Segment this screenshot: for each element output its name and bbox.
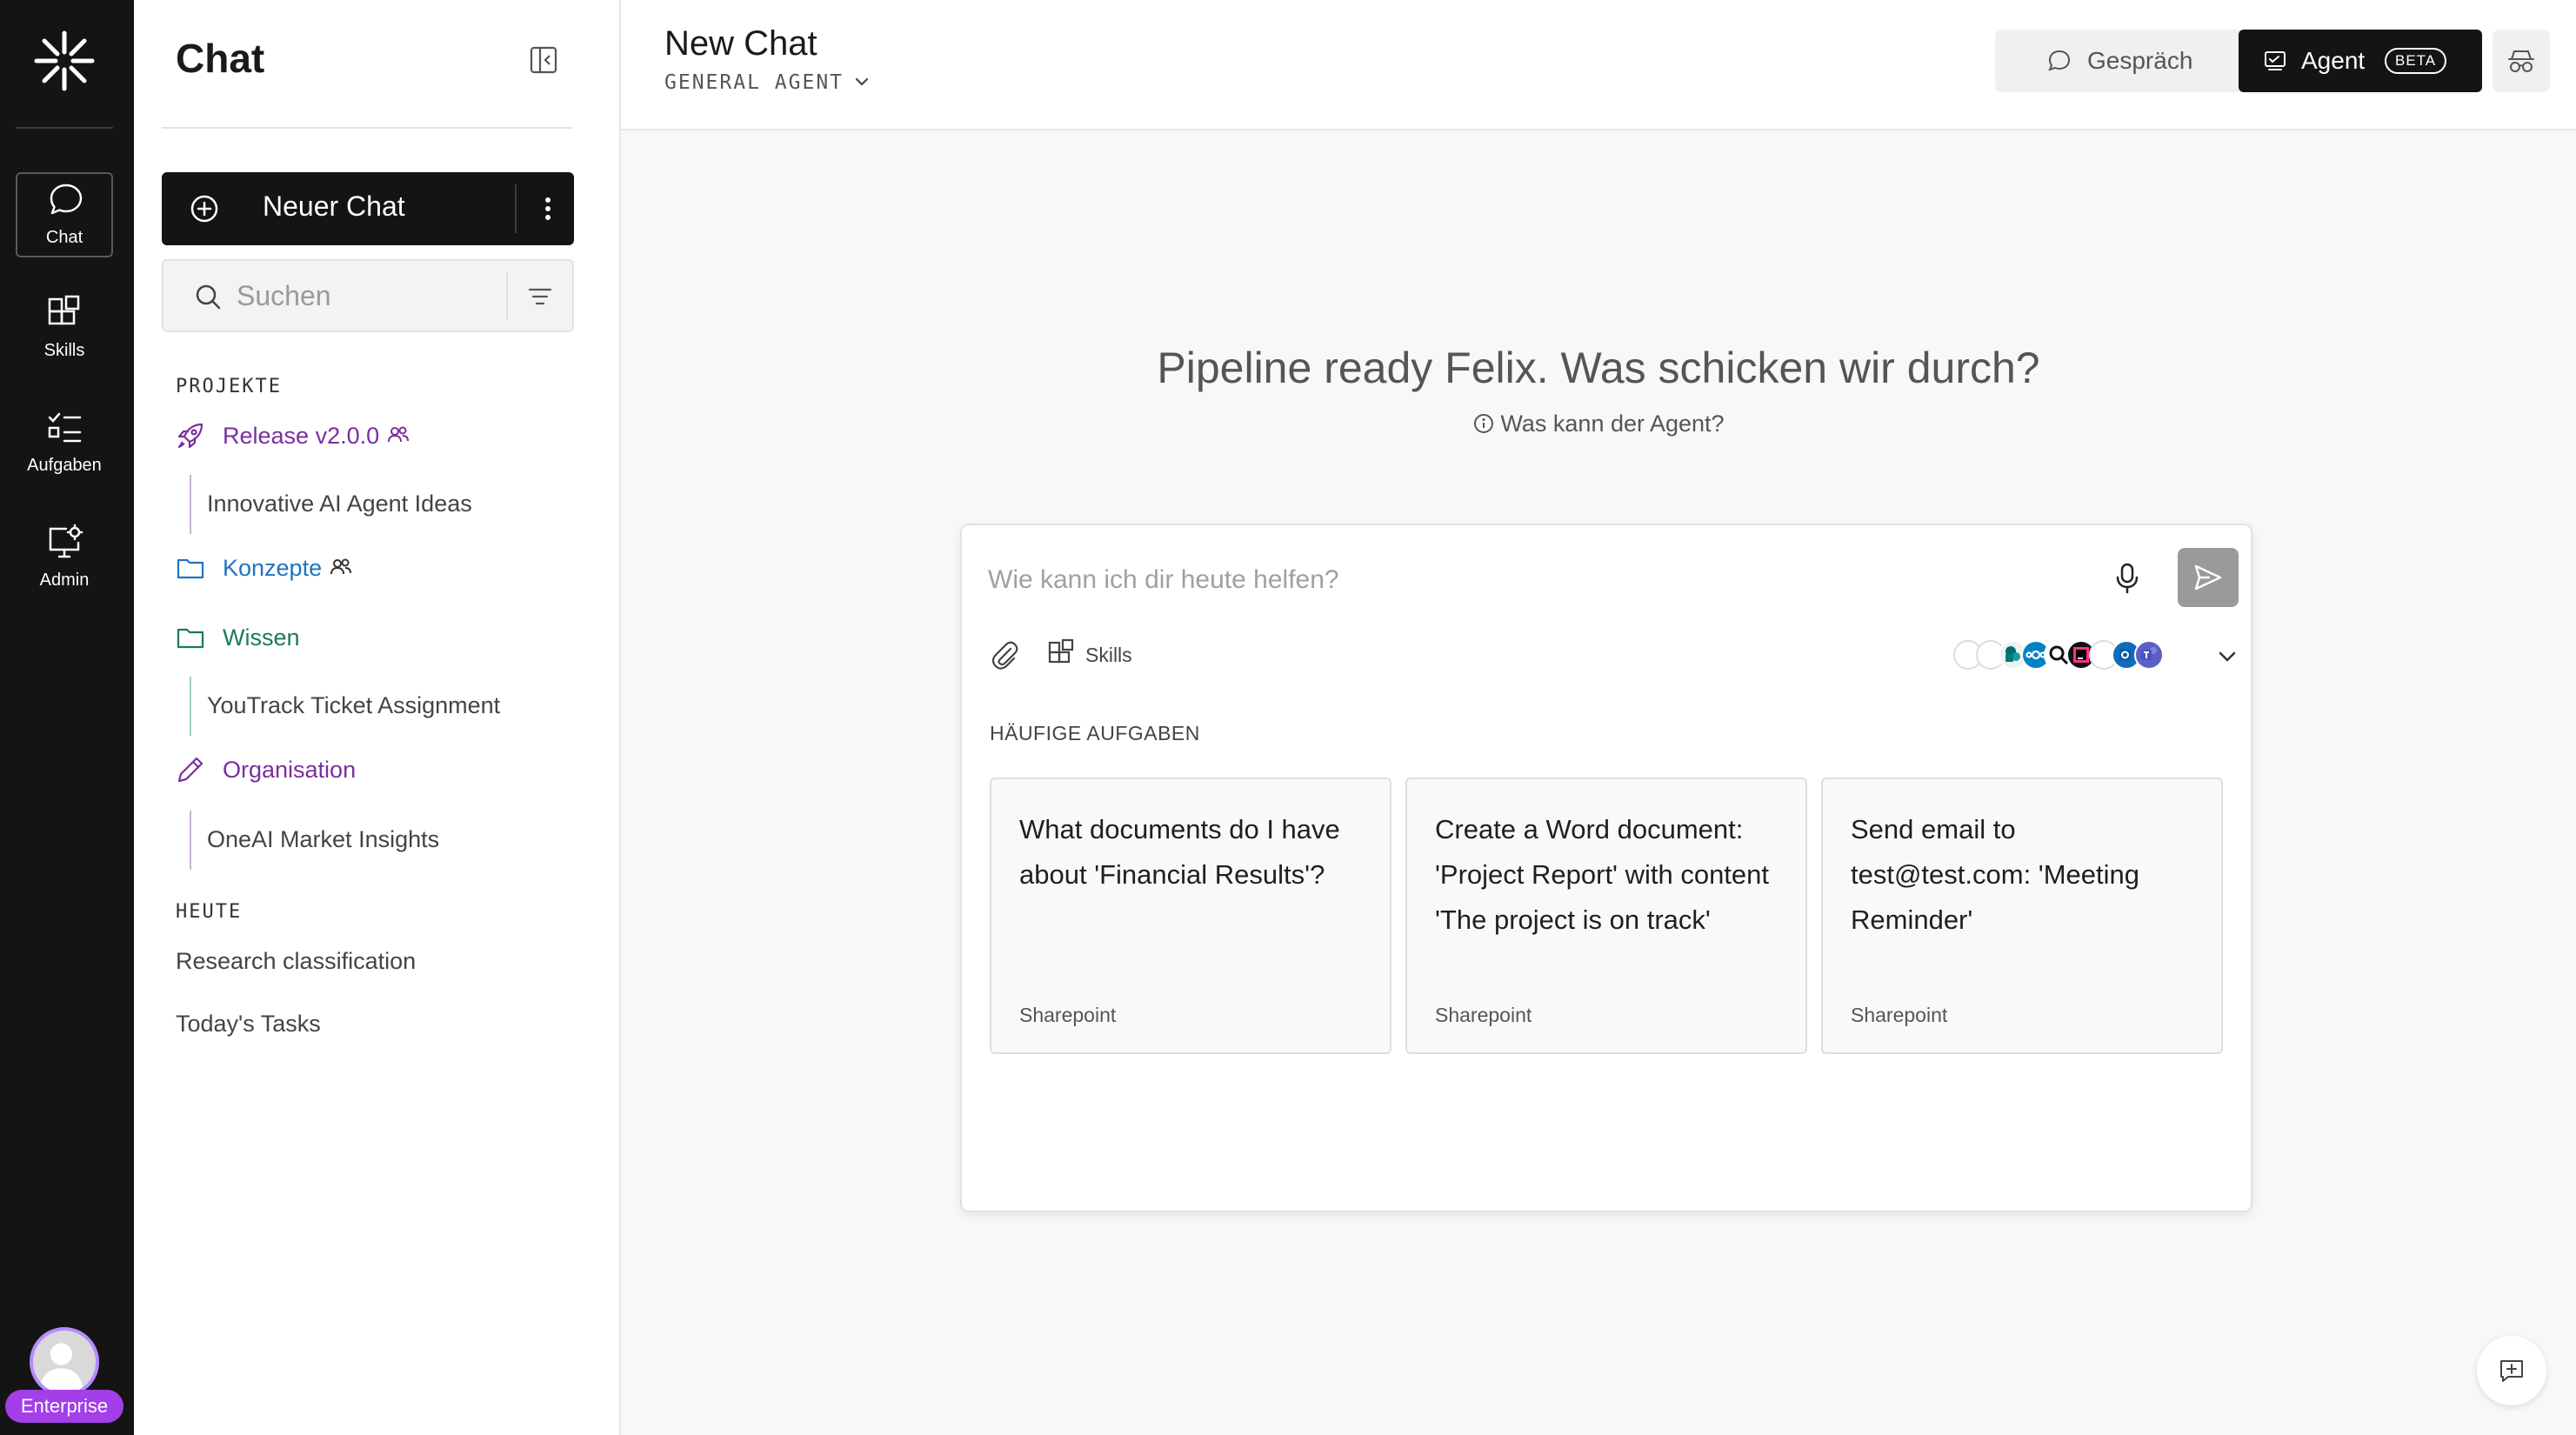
task-card[interactable]: Create a Word document: 'Project Report'… bbox=[1405, 778, 1807, 1054]
task-card-text: Create a Word document: 'Project Report'… bbox=[1435, 814, 1770, 935]
mode-agent-label: Agent bbox=[2301, 47, 2366, 74]
chat-bubble-icon bbox=[50, 184, 83, 215]
privacy-mode-button[interactable] bbox=[2493, 30, 2550, 92]
plus-circle-icon bbox=[190, 195, 218, 223]
chat-bubble-icon bbox=[2048, 50, 2071, 71]
integrations-stack[interactable] bbox=[1953, 638, 2214, 673]
project-konzepte-name: Konzepte bbox=[223, 555, 323, 581]
skills-label: Skills bbox=[1085, 644, 1132, 666]
rail-divider bbox=[16, 127, 113, 129]
project-sub-item[interactable]: Innovative AI Agent Ideas bbox=[190, 475, 472, 534]
rail-item-skills[interactable]: Skills bbox=[16, 287, 113, 372]
project-organisation-label: Organisation bbox=[223, 757, 357, 783]
task-card-text: What documents do I have about 'Financia… bbox=[1019, 814, 1340, 890]
skills-grid-icon bbox=[48, 295, 80, 325]
rocket-icon bbox=[177, 423, 204, 449]
task-card-text: Send email to test@test.com: 'Meeting Re… bbox=[1851, 814, 2140, 935]
shared-users-icon bbox=[330, 558, 352, 575]
rail-item-chat[interactable]: Chat bbox=[16, 172, 113, 257]
collapse-sidebar-icon[interactable] bbox=[529, 45, 558, 75]
sidebar-title: Chat bbox=[176, 36, 265, 81]
teams-glyph-icon bbox=[2141, 647, 2157, 660]
history-item[interactable]: Research classification bbox=[176, 948, 416, 975]
user-silhouette-icon bbox=[39, 1343, 83, 1391]
top-header: New Chat GENERAL AGENT Gespräch Agent BE… bbox=[621, 0, 2576, 130]
more-vertical-icon[interactable] bbox=[529, 190, 567, 228]
filter-icon[interactable] bbox=[525, 282, 555, 311]
sub-item-label: Innovative AI Agent Ideas bbox=[207, 491, 472, 517]
teams-icon bbox=[2134, 640, 2164, 670]
beta-badge: BETA bbox=[2385, 48, 2447, 74]
incognito-glasses-icon bbox=[2508, 50, 2534, 72]
chevron-down-icon[interactable] bbox=[2214, 644, 2240, 670]
agent-monitor-icon bbox=[2265, 51, 2286, 70]
search-box bbox=[162, 259, 574, 332]
monitor-gear-icon bbox=[49, 524, 83, 558]
project-konzepte-label: Konzepte bbox=[223, 555, 353, 582]
info-icon bbox=[1474, 414, 1494, 433]
mode-agent-button[interactable]: Agent BETA bbox=[2239, 30, 2482, 92]
rail-label-chat: Chat bbox=[45, 228, 83, 247]
mode-conversation-button[interactable]: Gespräch bbox=[1995, 30, 2239, 92]
send-button[interactable] bbox=[2178, 548, 2239, 607]
task-card[interactable]: Send email to test@test.com: 'Meeting Re… bbox=[1821, 778, 2223, 1054]
rail-label-aufgaben: Aufgaben bbox=[27, 456, 102, 475]
sidebar-divider bbox=[162, 127, 572, 129]
rail-item-admin[interactable]: Admin bbox=[16, 517, 113, 602]
mode-conversation-label: Gespräch bbox=[2087, 47, 2193, 74]
greeting-heading: Pipeline ready Felix. Was schicken wir d… bbox=[1157, 344, 2040, 392]
checklist-icon bbox=[48, 412, 82, 443]
search-separator bbox=[506, 273, 508, 320]
project-release-label: Release v2.0.0 bbox=[223, 423, 410, 450]
project-sub-item[interactable]: YouTrack Ticket Assignment bbox=[190, 677, 500, 736]
rail-label-skills: Skills bbox=[43, 341, 85, 360]
projects-heading: PROJEKTE bbox=[176, 376, 282, 397]
feedback-message-icon bbox=[2500, 1360, 2523, 1382]
agent-selector[interactable]: GENERAL AGENT bbox=[664, 71, 871, 94]
today-heading: HEUTE bbox=[176, 901, 243, 923]
history-item[interactable]: Today's Tasks bbox=[176, 1011, 321, 1038]
task-card[interactable]: What documents do I have about 'Financia… bbox=[990, 778, 1391, 1054]
folder-icon bbox=[177, 558, 204, 579]
app-logo-icon[interactable] bbox=[31, 28, 97, 94]
project-release-name: Release v2.0.0 bbox=[223, 423, 380, 449]
folder-icon bbox=[177, 628, 204, 649]
project-wissen-label: Wissen bbox=[223, 624, 300, 651]
project-sub-item[interactable]: OneAI Market Insights bbox=[190, 811, 439, 870]
sub-item-label: OneAI Market Insights bbox=[207, 826, 440, 852]
skills-grid-icon bbox=[1048, 638, 1074, 664]
agent-selector-label: GENERAL AGENT bbox=[664, 71, 844, 94]
send-icon bbox=[2194, 564, 2222, 591]
task-card-source: Sharepoint bbox=[1019, 1004, 1117, 1026]
agent-info-link[interactable]: Was kann der Agent? bbox=[621, 410, 2576, 437]
avatar[interactable] bbox=[30, 1327, 99, 1397]
task-card-source: Sharepoint bbox=[1851, 1004, 1948, 1026]
sub-item-label: YouTrack Ticket Assignment bbox=[207, 692, 501, 718]
paperclip-icon[interactable] bbox=[988, 638, 1021, 671]
chat-main: Pipeline ready Felix. Was schicken wir d… bbox=[621, 130, 2576, 1435]
shared-users-icon bbox=[388, 426, 410, 443]
chevron-down-icon bbox=[855, 77, 869, 86]
mode-switch: Gespräch Agent BETA bbox=[1995, 30, 2482, 92]
agent-info-label: Was kann der Agent? bbox=[1500, 410, 1725, 437]
page-title: New Chat bbox=[664, 24, 818, 63]
composer: Skills HÄUFIGE AUFGABEN What documents d… bbox=[960, 524, 2252, 1212]
new-chat-button[interactable]: Neuer Chat bbox=[162, 172, 574, 245]
new-chat-label: Neuer Chat bbox=[263, 190, 405, 222]
feedback-button[interactable] bbox=[2477, 1336, 2546, 1405]
frequent-tasks-heading: HÄUFIGE AUFGABEN bbox=[990, 722, 1200, 744]
rail-item-aufgaben[interactable]: Aufgaben bbox=[16, 402, 113, 487]
plan-badge: Enterprise bbox=[5, 1390, 123, 1423]
search-input[interactable] bbox=[237, 275, 497, 317]
task-card-source: Sharepoint bbox=[1435, 1004, 1532, 1026]
pencil-icon bbox=[177, 757, 204, 783]
microphone-icon[interactable] bbox=[2110, 560, 2145, 595]
search-icon bbox=[196, 284, 221, 310]
new-chat-separator bbox=[515, 184, 517, 233]
chat-sidebar: Chat Neuer Chat Suchen PROJEKTE Release … bbox=[134, 0, 621, 1435]
rail-label-admin: Admin bbox=[39, 571, 90, 590]
prompt-input[interactable] bbox=[988, 558, 2101, 602]
nav-rail: Chat Skills Aufgaben Admin Enterprise bbox=[0, 0, 134, 1435]
